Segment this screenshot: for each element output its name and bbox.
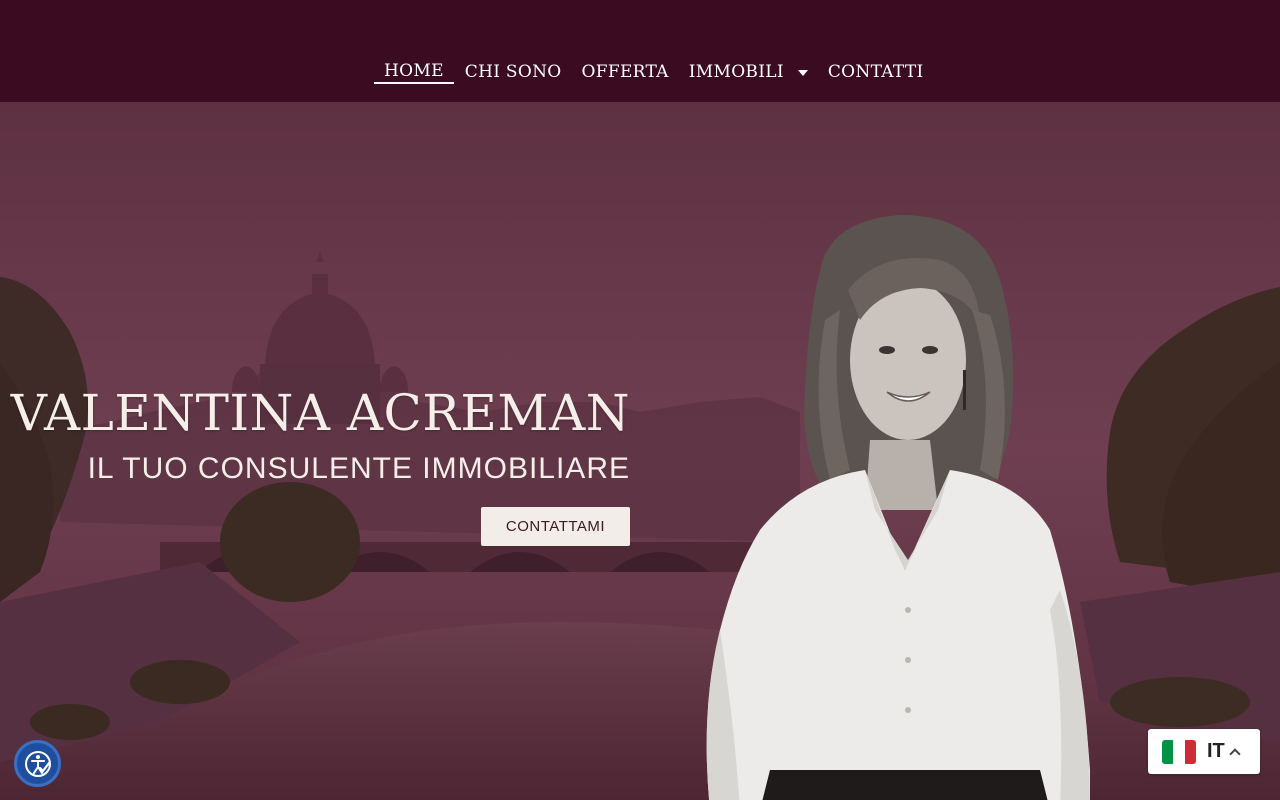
chevron-up-icon [1229, 747, 1241, 760]
nav-item-immobili[interactable]: IMMOBILI [689, 62, 808, 82]
nav-item-chi-sono[interactable]: CHI SONO [465, 62, 562, 82]
nav-item-contatti[interactable]: CONTATTI [828, 62, 924, 82]
nav-item-offerta[interactable]: OFFERTA [582, 62, 669, 82]
language-selector[interactable]: IT [1148, 729, 1260, 774]
agent-portrait-image [706, 215, 1090, 800]
page: HOME CHI SONO OFFERTA IMMOBILI CONTATTI [0, 0, 1280, 800]
accessibility-button[interactable] [14, 740, 61, 787]
main-nav: HOME CHI SONO OFFERTA IMMOBILI CONTATTI [374, 58, 944, 86]
contact-cta-button[interactable]: CONTATTAMI [481, 507, 630, 546]
site-header: HOME CHI SONO OFFERTA IMMOBILI CONTATTI [0, 0, 1280, 102]
hero-section: VALENTINA ACREMAN IL TUO CONSULENTE IMMO… [0, 102, 1280, 800]
chevron-down-icon[interactable] [797, 70, 808, 76]
nav-item-home[interactable]: HOME [374, 60, 454, 84]
accessibility-icon [24, 750, 51, 777]
hero-subtitle: IL TUO CONSULENTE IMMOBILIARE [87, 452, 630, 485]
italy-flag-icon [1162, 739, 1196, 764]
hero-title: VALENTINA ACREMAN [10, 384, 630, 442]
language-code: IT [1207, 740, 1225, 762]
nav-item-immobili-label: IMMOBILI [688, 62, 784, 82]
